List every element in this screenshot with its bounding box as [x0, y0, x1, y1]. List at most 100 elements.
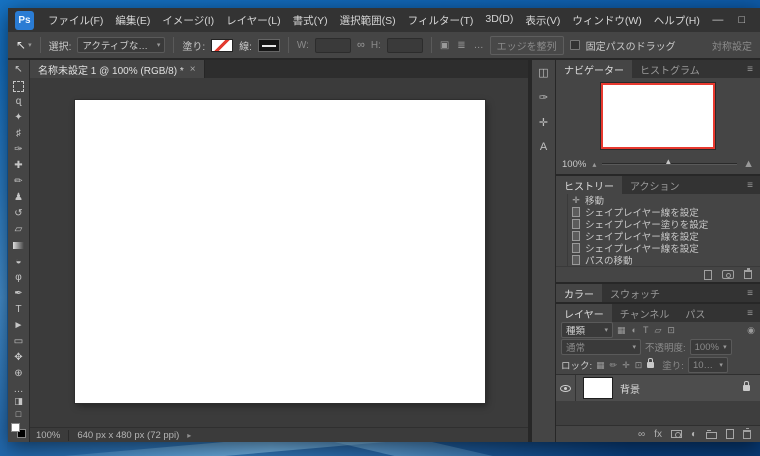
menubar-item-4[interactable]: レイヤー(L) — [220, 9, 287, 32]
history-state[interactable]: パスの移動 — [556, 254, 760, 266]
document-tab[interactable]: 名称未設定 1 @ 100% (RGB/8) * × — [30, 60, 205, 78]
lock-transparent-pixels-icon[interactable]: ▦ — [596, 360, 605, 371]
layers-tab-1[interactable]: レイヤー — [556, 304, 612, 322]
navigator-panel-menu-icon[interactable] — [740, 60, 760, 78]
collapsed-panel-icon-2[interactable]: ✑ — [539, 91, 548, 104]
gradient-tool[interactable] — [8, 238, 29, 254]
delete-layer-icon[interactable] — [743, 427, 751, 439]
history-source-well[interactable] — [556, 218, 568, 230]
history-source-well[interactable] — [556, 230, 568, 242]
height-input[interactable] — [386, 37, 423, 53]
new-adjustment-layer-icon[interactable]: ◐ — [691, 429, 697, 440]
zoom-in-icon[interactable] — [743, 158, 754, 170]
fixed-path-drag-checkbox[interactable] — [569, 40, 580, 50]
color-tab-1[interactable]: カラー — [556, 284, 602, 302]
menubar-item-11[interactable]: ヘルプ(H) — [648, 9, 706, 32]
link-layers-icon[interactable]: ∞ — [638, 429, 645, 440]
layers-tab-2[interactable]: チャンネル — [612, 304, 678, 322]
close-button[interactable]: × — [754, 8, 760, 32]
lock-image-pixels-icon[interactable]: ✏ — [610, 360, 618, 371]
history-tab-1[interactable]: ヒストリー — [556, 176, 622, 194]
stroke-swatch[interactable] — [257, 38, 280, 52]
link-dimensions-icon[interactable] — [357, 39, 365, 51]
fill-swatch[interactable] — [211, 38, 234, 52]
layers-panel-menu-icon[interactable] — [740, 304, 760, 322]
filter-shape-layers-icon[interactable]: ▱ — [654, 325, 661, 336]
minimize-button[interactable]: — — [706, 8, 730, 32]
width-input[interactable] — [314, 37, 351, 53]
new-snapshot-icon[interactable] — [722, 270, 734, 279]
align-edges-button[interactable]: エッジを整列 — [489, 35, 564, 55]
screen-mode-button[interactable]: □ — [14, 408, 23, 421]
new-layer-icon[interactable] — [726, 429, 734, 439]
select-mode-dropdown[interactable]: アクティブなレ... — [77, 37, 166, 53]
history-panel-menu-icon[interactable] — [740, 176, 760, 194]
menubar-item-8[interactable]: 3D(D) — [479, 9, 519, 32]
visibility-cell[interactable] — [556, 375, 576, 401]
slider-thumb-icon[interactable] — [664, 156, 672, 167]
shape-tool[interactable]: ▭ — [8, 334, 29, 350]
crop-tool[interactable]: ♯ — [8, 126, 29, 142]
delete-state-icon[interactable] — [744, 268, 752, 279]
menubar-item-10[interactable]: ウィンドウ(W) — [566, 9, 647, 32]
filter-adjustment-layers-icon[interactable]: ◐ — [632, 325, 637, 335]
path-selection-tool[interactable]: ► — [8, 318, 29, 334]
healing-brush-tool[interactable]: ✚ — [8, 158, 29, 174]
history-source-well[interactable] — [556, 242, 568, 254]
filter-toggle-icon[interactable]: ◉ — [747, 325, 755, 336]
history-brush-tool[interactable]: ↺ — [8, 206, 29, 222]
lasso-tool[interactable]: ɋ — [8, 94, 29, 110]
lock-position-icon[interactable]: ✛ — [622, 360, 630, 371]
history-source-well[interactable] — [556, 206, 568, 218]
navigator-zoom-slider[interactable] — [602, 163, 738, 165]
status-zoom[interactable]: 100% — [36, 429, 70, 441]
eyedropper-tool[interactable]: ✑ — [8, 142, 29, 158]
menubar-item-6[interactable]: 選択範囲(S) — [334, 9, 402, 32]
lock-artboard-icon[interactable]: ⊡ — [635, 360, 643, 371]
navigator-zoom-value[interactable]: 100% — [562, 159, 586, 170]
document-tab-close-icon[interactable]: × — [190, 64, 196, 75]
status-chevron-icon[interactable] — [187, 430, 191, 441]
menubar-item-2[interactable]: 編集(E) — [109, 9, 156, 32]
document-canvas[interactable] — [75, 100, 485, 403]
blur-tool[interactable]: ◒ — [8, 254, 29, 270]
menubar-item-5[interactable]: 書式(Y) — [287, 9, 334, 32]
type-tool[interactable]: T — [8, 302, 29, 318]
collapsed-panel-icon-3[interactable]: ✛ — [539, 116, 548, 129]
color-panel-menu-icon[interactable] — [740, 284, 760, 302]
lock-all-icon[interactable] — [647, 358, 655, 368]
brush-tool[interactable]: ✏ — [8, 174, 29, 190]
filter-smart-objects-icon[interactable]: ⊡ — [667, 325, 675, 336]
clone-stamp-tool[interactable]: ♟ — [8, 190, 29, 206]
layer-thumbnail[interactable] — [583, 377, 613, 399]
move-tool[interactable]: ↖ — [8, 62, 29, 78]
navigator-preview[interactable] — [601, 83, 715, 149]
eraser-tool[interactable]: ▱ — [8, 222, 29, 238]
more-options-icon[interactable]: … — [474, 40, 484, 51]
navigator-tab-1[interactable]: ナビゲーター — [556, 60, 632, 78]
add-layer-mask-icon[interactable] — [670, 430, 682, 438]
history-source-well[interactable] — [556, 194, 568, 206]
new-document-from-state-icon[interactable] — [704, 269, 712, 280]
menubar-item-9[interactable]: 表示(V) — [519, 9, 566, 32]
menubar-item-1[interactable]: ファイル(F) — [42, 9, 109, 32]
filter-pixel-layers-icon[interactable]: ▦ — [617, 325, 626, 336]
menubar-item-3[interactable]: イメージ(I) — [156, 9, 220, 32]
color-tab-2[interactable]: スウォッチ — [602, 284, 668, 302]
layers-tab-3[interactable]: パス — [677, 304, 713, 322]
hand-tool[interactable]: ✥ — [8, 350, 29, 366]
blend-mode-dropdown[interactable]: 通常 — [561, 339, 641, 355]
layer-filter-dropdown[interactable]: 種類 — [561, 322, 613, 338]
maximize-button[interactable]: □ — [730, 8, 754, 32]
navigator-tab-2[interactable]: ヒストグラム — [632, 60, 708, 78]
fill-opacity-dropdown[interactable]: 100% — [687, 357, 728, 373]
quick-selection-tool[interactable]: ✦ — [8, 110, 29, 126]
filter-type-layers-icon[interactable]: T — [643, 325, 649, 335]
collapsed-panel-icon-1[interactable]: ◫ — [538, 66, 548, 79]
dodge-tool[interactable]: φ — [8, 270, 29, 286]
foreground-background-swatches[interactable] — [11, 423, 26, 438]
foreground-color-swatch[interactable] — [11, 423, 20, 432]
path-operations-icon[interactable]: ▣ — [440, 40, 449, 51]
layer-effects-icon[interactable]: fx — [654, 429, 662, 440]
eye-icon[interactable] — [560, 384, 571, 392]
